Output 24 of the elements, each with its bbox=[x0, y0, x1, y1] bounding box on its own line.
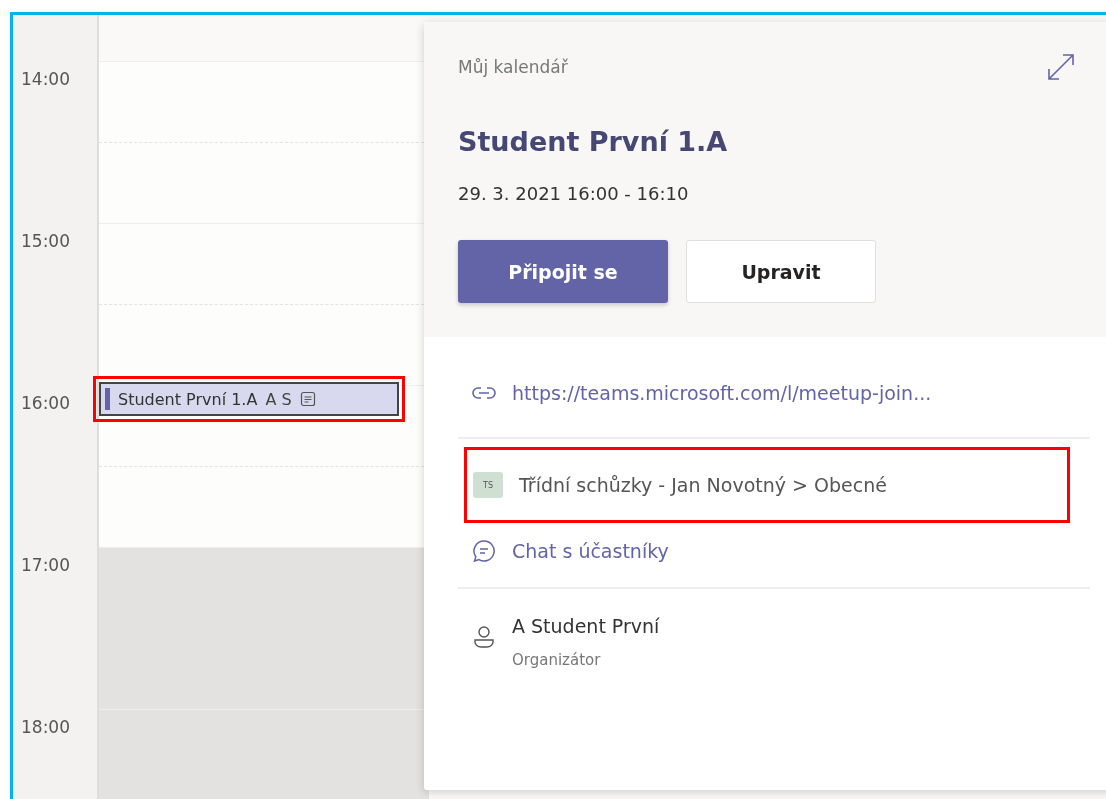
time-label: 18:00 bbox=[21, 717, 70, 737]
team-badge: TS bbox=[473, 472, 503, 498]
time-label: 16:00 bbox=[21, 393, 70, 413]
chat-link[interactable]: Chat s účastníky bbox=[512, 540, 669, 562]
time-label: 15:00 bbox=[21, 231, 70, 251]
event-initials: A S bbox=[265, 389, 292, 409]
time-label: 14:00 bbox=[21, 69, 70, 89]
organizer-name: A Student První bbox=[512, 615, 660, 637]
calendar-name: Můj kalendář bbox=[458, 57, 568, 77]
event-title: Student První 1.A bbox=[118, 389, 258, 409]
link-icon bbox=[472, 386, 496, 400]
time-label: 17:00 bbox=[21, 555, 70, 575]
note-icon bbox=[299, 391, 316, 407]
channel-name: Třídní schůzky - Jan Novotný > Obecné bbox=[519, 474, 887, 496]
chat-icon bbox=[472, 539, 496, 563]
expand-icon[interactable] bbox=[1046, 52, 1076, 82]
edit-button[interactable]: Upravit bbox=[686, 240, 876, 303]
join-button[interactable]: Připojit se bbox=[458, 240, 668, 303]
meeting-link[interactable]: https://teams.microsoft.com/l/meetup-join... bbox=[512, 382, 932, 404]
calendar-event[interactable]: Student První 1.A A S bbox=[99, 382, 399, 416]
event-datetime: 29. 3. 2021 16:00 - 16:10 bbox=[458, 183, 690, 204]
event-title: Student První 1.A bbox=[458, 126, 729, 157]
organizer-role: Organizátor bbox=[512, 651, 602, 669]
event-stripe bbox=[105, 388, 110, 410]
